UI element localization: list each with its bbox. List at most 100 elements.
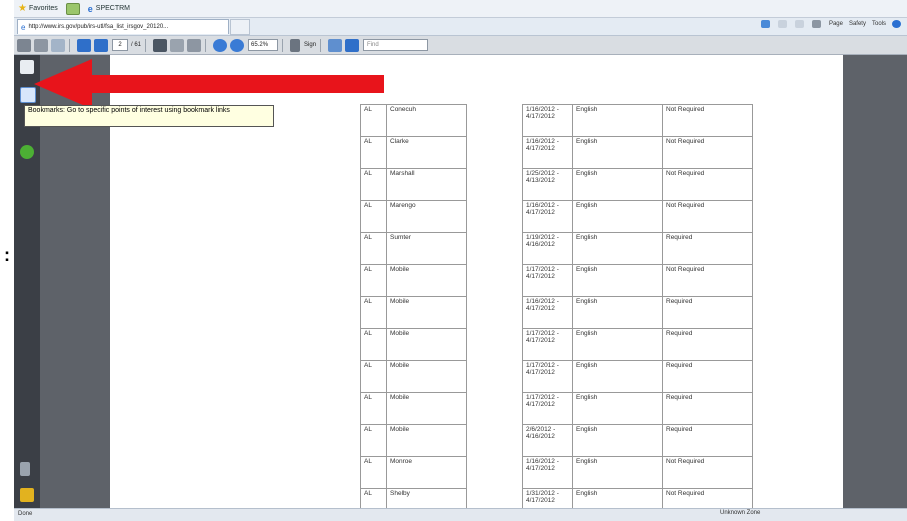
table-gap [467, 393, 523, 425]
browser-tab[interactable]: e http://www.irs.gov/pub/irs-utl/fsa_lis… [17, 19, 229, 34]
table-cell-dates: 1/17/2012 - 4/17/2012 [522, 328, 573, 361]
safety-menu[interactable]: Safety [849, 21, 866, 27]
paperclip-icon[interactable] [20, 462, 30, 476]
table-cell-county: Clarke [386, 136, 467, 169]
table-cell-requirement: Not Required [662, 200, 753, 233]
help-icon [892, 20, 901, 28]
previous-page-icon[interactable] [77, 38, 91, 52]
page-menu[interactable]: Page [829, 21, 843, 27]
table-gap [467, 329, 523, 361]
zoom-out-icon[interactable] [213, 38, 228, 52]
arrow-icon [34, 59, 384, 109]
feeds-button[interactable] [777, 20, 789, 28]
table-row: AL Mobile 1/17/2012 - 4/17/2012 English Requ… [360, 392, 753, 425]
stray-colon: : [4, 245, 10, 265]
table-cell-language: English [572, 360, 663, 393]
data-table: AL Conecuh 1/16/2012 - 4/17/2012 English Not… [360, 104, 753, 521]
tab-bar: e http://www.irs.gov/pub/irs-utl/fsa_lis… [14, 18, 907, 36]
table-cell-requirement: Not Required [662, 456, 753, 489]
print-icon[interactable] [17, 38, 31, 52]
fit-page-icon[interactable] [345, 38, 360, 52]
table-cell-language: English [572, 200, 663, 233]
save-icon[interactable] [34, 38, 48, 52]
table-row: AL Marshall 1/25/2012 - 4/13/2012 English No… [360, 168, 753, 201]
find-input[interactable]: Find [363, 39, 429, 51]
table-gap [467, 265, 523, 297]
table-cell-language: English [572, 296, 663, 329]
table-cell-county: Mobile [386, 328, 467, 361]
sign-button[interactable]: Sign [304, 42, 316, 48]
pages-icon[interactable] [20, 60, 34, 74]
table-cell-dates: 1/17/2012 - 4/17/2012 [522, 392, 573, 425]
table-cell-dates: 1/16/2012 - 4/17/2012 [522, 296, 573, 329]
table-cell-state: AL [360, 392, 387, 425]
separator [320, 38, 322, 52]
email-icon[interactable] [51, 38, 65, 52]
table-cell-requirement: Required [662, 392, 753, 425]
add-favorite-icon[interactable] [65, 2, 80, 15]
table-row: AL Clarke 1/16/2012 - 4/17/2012 English Not … [360, 136, 753, 169]
table-row: AL Mobile 1/17/2012 - 4/17/2012 English Requ… [360, 328, 753, 361]
page-number-input[interactable]: 2 [112, 39, 128, 51]
bookmarks-tooltip: Bookmarks: Go to specific points of inte… [24, 105, 274, 127]
table-cell-requirement: Not Required [662, 136, 753, 169]
table-row: AL Sumter 1/19/2012 - 4/16/2012 English Requ… [360, 232, 753, 265]
mail-button[interactable] [794, 20, 806, 28]
table-cell-requirement: Not Required [662, 168, 753, 201]
separator [205, 38, 207, 52]
new-tab-button[interactable] [230, 19, 250, 35]
table-gap [467, 457, 523, 489]
marquee-zoom-icon[interactable] [187, 38, 202, 52]
table-cell-requirement: Required [662, 328, 753, 361]
table-gap [467, 425, 523, 457]
table-cell-dates: 1/17/2012 - 4/17/2012 [522, 264, 573, 297]
table-cell-state: AL [360, 200, 387, 233]
table-cell-dates: 1/19/2012 - 4/16/2012 [522, 232, 573, 265]
document-gutter-right [843, 55, 907, 508]
table-cell-county: Mobile [386, 360, 467, 393]
fit-width-icon[interactable] [328, 38, 343, 52]
table-gap [467, 233, 523, 265]
table-cell-language: English [572, 264, 663, 297]
select-tool-icon[interactable] [153, 38, 168, 52]
table-gap [467, 105, 523, 137]
tools-menu[interactable]: Tools [872, 21, 886, 27]
print-menu-button[interactable] [811, 20, 823, 28]
ie-icon: e [87, 3, 93, 14]
favorites-label[interactable]: Favorites [29, 5, 58, 12]
table-cell-dates: 1/17/2012 - 4/17/2012 [522, 360, 573, 393]
table-cell-requirement: Not Required [662, 104, 753, 137]
home-button[interactable] [760, 20, 772, 28]
zoom-in-icon[interactable] [230, 38, 245, 52]
separator [69, 38, 70, 52]
separator [282, 38, 284, 52]
table-row: AL Conecuh 1/16/2012 - 4/17/2012 English Not… [360, 104, 753, 137]
tab-ie-icon: e [21, 22, 26, 32]
zoom-select[interactable]: 65.2% [248, 39, 279, 51]
table-cell-state: AL [360, 264, 387, 297]
command-bar: Page Safety Tools [760, 20, 903, 28]
table-gap [467, 169, 523, 201]
signatures-icon[interactable] [20, 488, 34, 502]
status-bar: Done Unknown Zone [14, 508, 907, 521]
next-page-icon[interactable] [94, 38, 108, 52]
table-cell-state: AL [360, 360, 387, 393]
arrow-shape [34, 59, 384, 109]
table-gap [467, 201, 523, 233]
table-cell-state: AL [360, 104, 387, 137]
table-cell-language: English [572, 232, 663, 265]
table-cell-requirement: Required [662, 360, 753, 393]
signature-icon [290, 38, 301, 52]
table-cell-dates: 1/25/2012 - 4/13/2012 [522, 168, 573, 201]
help-green-icon[interactable] [20, 145, 34, 159]
page-total: / 61 [131, 42, 142, 48]
security-zone: Unknown Zone [720, 510, 761, 516]
favorites-star-icon[interactable]: ★ [18, 3, 27, 14]
table-gap [467, 137, 523, 169]
help-button[interactable] [892, 20, 903, 28]
favorite-site-link[interactable]: SPECTRM [96, 5, 130, 12]
table-cell-county: Marengo [386, 200, 467, 233]
table-cell-state: AL [360, 456, 387, 489]
hand-tool-icon[interactable] [170, 38, 185, 52]
table-cell-language: English [572, 328, 663, 361]
